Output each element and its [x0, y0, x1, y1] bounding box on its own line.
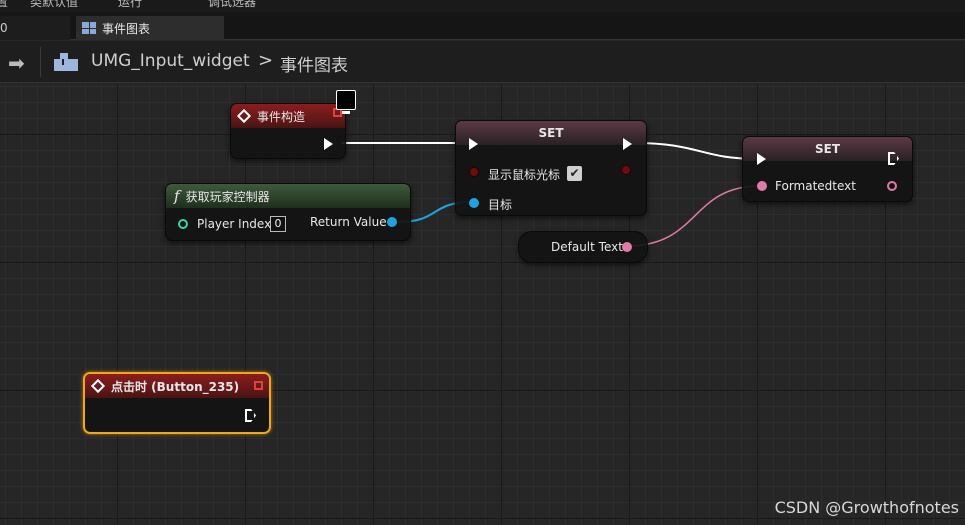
- function-icon: f: [174, 187, 180, 205]
- node-on-clicked[interactable]: 点击时 (Button_235): [83, 372, 271, 434]
- formatted-text-out-pin[interactable]: [887, 181, 897, 191]
- show-cursor-pin[interactable]: [469, 167, 479, 177]
- player-index-label: Player Index: [197, 217, 272, 231]
- forward-arrow-icon[interactable]: ➡: [8, 51, 25, 75]
- target-pin[interactable]: [469, 198, 479, 208]
- exec-out-pin[interactable]: [245, 409, 256, 422]
- node-header: SET: [456, 121, 646, 145]
- exec-in-pin[interactable]: [757, 153, 766, 165]
- breadcrumb-blueprint[interactable]: UMG_Input_widget: [91, 51, 250, 71]
- default-text-label: Default Text: [551, 240, 623, 254]
- menu-bar: 置 类默认值 运行 调试选器: [0, 0, 965, 12]
- menu-item-debug-filter[interactable]: 调试选器: [208, 0, 256, 10]
- graph-icon: [82, 22, 96, 34]
- tab-event-graph-label: 事件图表: [102, 21, 151, 36]
- show-cursor-out-pin[interactable]: [621, 165, 631, 175]
- formatted-text-label: Formatedtext: [775, 179, 856, 193]
- return-value-pin[interactable]: [387, 217, 397, 227]
- menu-item-run[interactable]: 运行: [118, 0, 142, 10]
- tab-event-graph[interactable]: 事件图表: [76, 16, 224, 40]
- node-header: 事件构造: [231, 104, 345, 128]
- player-index-pin[interactable]: [178, 219, 188, 229]
- node-title: 获取玩家控制器: [185, 189, 270, 204]
- breadcrumb-separator: >: [258, 50, 274, 71]
- node-title: 点击时 (Button_235): [111, 379, 240, 394]
- node-title: SET: [538, 126, 564, 140]
- default-text-out-pin[interactable]: [622, 242, 632, 252]
- tab-row: 0 事件图表: [0, 12, 965, 40]
- breadcrumb-graph[interactable]: 事件图表: [280, 51, 348, 76]
- exec-in-pin[interactable]: [469, 138, 478, 150]
- menu-item-settings[interactable]: 置: [0, 0, 8, 10]
- delegate-pin-icon[interactable]: [254, 381, 263, 390]
- node-header: f 获取玩家控制器: [166, 184, 410, 208]
- divider: [40, 47, 41, 77]
- show-cursor-label: 显示鼠标光标: [488, 168, 561, 182]
- node-title: 事件构造: [257, 109, 306, 124]
- graph-icon: [54, 53, 78, 71]
- player-index-field[interactable]: 0: [270, 216, 286, 232]
- client-icon: [336, 90, 356, 114]
- exec-out-pin[interactable]: [324, 138, 333, 150]
- node-header: SET: [743, 137, 912, 161]
- tab-previous[interactable]: 0: [0, 16, 70, 40]
- menu-item-class-defaults[interactable]: 类默认值: [30, 0, 78, 10]
- node-get-player-controller[interactable]: f 获取玩家控制器 Player Index 0 Return Value: [165, 183, 411, 241]
- tab-previous-label: 0: [0, 21, 8, 35]
- target-label: 目标: [488, 198, 513, 212]
- event-diamond-icon: [90, 378, 106, 394]
- show-cursor-checkbox[interactable]: ✔: [567, 166, 582, 181]
- node-title: SET: [814, 142, 841, 156]
- node-header: 点击时 (Button_235): [85, 374, 269, 398]
- watermark: CSDN @Growthofnotes: [774, 498, 959, 517]
- node-default-text[interactable]: Default Text: [518, 231, 648, 263]
- node-event-construct[interactable]: 事件构造: [230, 103, 346, 159]
- return-value-label: Return Value: [310, 215, 387, 229]
- breadcrumb: ➡ UMG_Input_widget > 事件图表: [0, 41, 965, 83]
- node-set-formatted-text[interactable]: SET Formatedtext: [742, 136, 913, 202]
- node-set-show-cursor[interactable]: SET 显示鼠标光标 ✔ 目标: [455, 120, 647, 216]
- event-diamond-icon: [236, 108, 252, 124]
- formatted-text-in-pin[interactable]: [757, 181, 767, 191]
- exec-out-pin[interactable]: [623, 138, 632, 150]
